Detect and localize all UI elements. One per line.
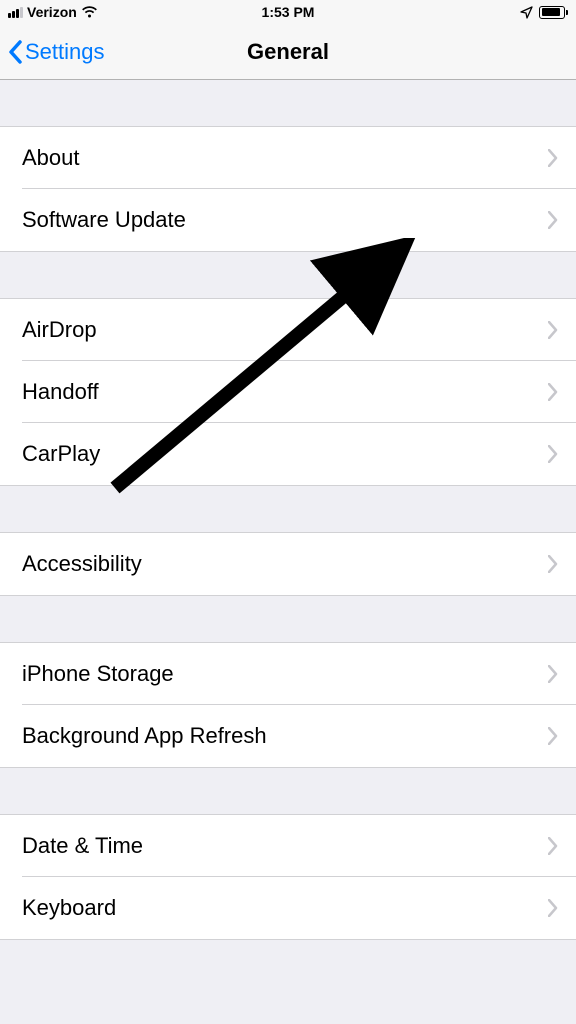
group-spacer	[0, 596, 576, 642]
cell-label: Software Update	[22, 207, 186, 233]
cell-handoff[interactable]: Handoff	[0, 361, 576, 423]
cell-label: Handoff	[22, 379, 99, 405]
wifi-icon	[81, 6, 98, 19]
chevron-right-icon	[548, 321, 558, 339]
chevron-right-icon	[548, 665, 558, 683]
cell-accessibility[interactable]: Accessibility	[0, 533, 576, 595]
chevron-right-icon	[548, 383, 558, 401]
group-4: iPhone Storage Background App Refresh	[0, 642, 576, 768]
chevron-right-icon	[548, 149, 558, 167]
chevron-right-icon	[548, 555, 558, 573]
signal-icon	[8, 7, 23, 18]
chevron-right-icon	[548, 211, 558, 229]
cell-label: Background App Refresh	[22, 723, 267, 749]
status-time: 1:53 PM	[262, 4, 315, 20]
cell-label: Keyboard	[22, 895, 116, 921]
status-right	[520, 6, 568, 19]
nav-bar: Settings General	[0, 24, 576, 80]
status-bar: Verizon 1:53 PM	[0, 0, 576, 24]
group-spacer	[0, 768, 576, 814]
chevron-right-icon	[548, 727, 558, 745]
cell-airdrop[interactable]: AirDrop	[0, 299, 576, 361]
cell-label: AirDrop	[22, 317, 97, 343]
cell-software-update[interactable]: Software Update	[0, 189, 576, 251]
location-icon	[520, 6, 533, 19]
page-title: General	[247, 39, 329, 65]
cell-keyboard[interactable]: Keyboard	[0, 877, 576, 939]
status-left: Verizon	[8, 4, 98, 20]
group-spacer	[0, 252, 576, 298]
group-spacer	[0, 486, 576, 532]
carrier-label: Verizon	[27, 4, 77, 20]
cell-label: CarPlay	[22, 441, 100, 467]
group-5: Date & Time Keyboard	[0, 814, 576, 940]
cell-about[interactable]: About	[0, 127, 576, 189]
group-3: Accessibility	[0, 532, 576, 596]
cell-date-time[interactable]: Date & Time	[0, 815, 576, 877]
chevron-right-icon	[548, 445, 558, 463]
group-1: About Software Update	[0, 126, 576, 252]
cell-label: Date & Time	[22, 833, 143, 859]
back-button[interactable]: Settings	[8, 39, 105, 65]
cell-label: iPhone Storage	[22, 661, 174, 687]
cell-background-app-refresh[interactable]: Background App Refresh	[0, 705, 576, 767]
cell-label: About	[22, 145, 80, 171]
chevron-left-icon	[8, 40, 23, 64]
group-spacer	[0, 80, 576, 126]
cell-iphone-storage[interactable]: iPhone Storage	[0, 643, 576, 705]
chevron-right-icon	[548, 899, 558, 917]
cell-label: Accessibility	[22, 551, 142, 577]
cell-carplay[interactable]: CarPlay	[0, 423, 576, 485]
chevron-right-icon	[548, 837, 558, 855]
content: About Software Update AirDrop Handoff Ca…	[0, 80, 576, 940]
back-label: Settings	[25, 39, 105, 65]
group-2: AirDrop Handoff CarPlay	[0, 298, 576, 486]
battery-icon	[539, 6, 568, 19]
